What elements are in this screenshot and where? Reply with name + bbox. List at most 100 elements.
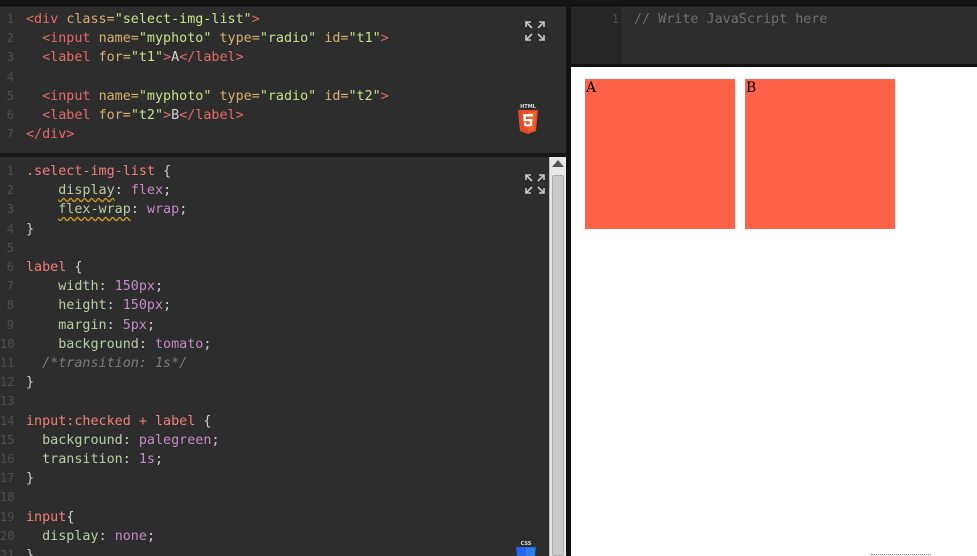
code-token: <label — [42, 108, 99, 123]
code-token: palegreen — [138, 432, 212, 448]
code-line[interactable]: /*transition: 1s*/ — [26, 354, 187, 373]
code-line[interactable]: height: 150px; — [26, 296, 171, 315]
code-line[interactable]: input{ — [26, 508, 74, 527]
code-line[interactable]: <input name="myphoto" type="radio" id="t… — [26, 87, 389, 106]
code-token: name= — [98, 88, 139, 104]
code-line[interactable]: flex-wrap: wrap; — [26, 200, 187, 219]
code-line[interactable]: } — [26, 220, 34, 239]
code-token: : — [138, 336, 155, 352]
scroll-up-arrow[interactable] — [552, 160, 564, 167]
line-number: 6 — [6, 108, 14, 122]
expand-css-icon[interactable] — [524, 173, 546, 195]
line-number: 19 — [0, 509, 15, 524]
code-token: : — [98, 279, 115, 295]
line-number: 10 — [0, 336, 15, 351]
code-token: </label> — [179, 50, 244, 66]
code-token: display — [58, 183, 115, 199]
code-token: background — [42, 432, 123, 448]
code-token: none — [114, 528, 147, 544]
code-token: } — [26, 221, 35, 237]
line-number: 21 — [0, 548, 15, 556]
code-token: margin — [58, 317, 107, 333]
code-token: > — [251, 12, 260, 27]
code-line[interactable]: label { — [26, 258, 82, 277]
code-line[interactable]: } — [26, 373, 34, 392]
code-token: for= — [98, 50, 131, 66]
code-token: ; — [155, 452, 164, 467]
code-line[interactable]: margin: 5px; — [26, 316, 155, 335]
code-token: : — [130, 202, 147, 218]
code-token: <div — [26, 12, 67, 27]
html-editor[interactable]: 1 <div class="select-img-list"> 2 <input n… — [0, 7, 566, 153]
code-token: ; — [146, 317, 155, 333]
code-token: class= — [66, 12, 115, 27]
code-token: width — [58, 279, 99, 295]
code-line[interactable]: <label for="t2">B</label> — [26, 106, 244, 125]
line-number: 16 — [0, 452, 15, 466]
code-token: > — [380, 31, 389, 47]
code-line[interactable]: display: none; — [26, 527, 155, 546]
expand-html-icon[interactable] — [524, 20, 546, 42]
code-token: 150px — [122, 298, 164, 314]
code-token: ; — [146, 528, 155, 544]
scroll-thumb[interactable] — [552, 175, 564, 556]
code-token: 150px — [114, 279, 155, 295]
code-token: input:checked + label — [26, 413, 196, 429]
line-number: 3 — [6, 202, 14, 217]
code-token: { — [195, 413, 212, 429]
svg-text:CSS: CSS — [521, 541, 532, 547]
code-token: wrap — [146, 202, 180, 218]
code-token: { — [66, 509, 75, 525]
preview-label-a[interactable]: A — [585, 79, 735, 229]
code-token: "t1" — [348, 31, 381, 47]
code-token: "select-img-list" — [114, 12, 252, 27]
preview-divider — [871, 554, 931, 555]
code-line[interactable]: width: 150px; — [26, 277, 163, 296]
code-line[interactable]: input:checked + label { — [26, 412, 211, 431]
js-placeholder[interactable]: // Write JavaScript here — [634, 10, 827, 29]
top-toolbar — [0, 0, 977, 6]
code-line[interactable]: } — [26, 469, 34, 488]
code-token: } — [26, 548, 35, 556]
code-token: height — [58, 298, 107, 314]
code-line[interactable]: .select-img-list { — [26, 162, 171, 181]
code-token: : — [122, 452, 139, 467]
line-number: 1 — [611, 12, 619, 26]
code-line[interactable]: </div> — [26, 125, 74, 144]
css3-icon: CSS — [514, 540, 538, 556]
code-line[interactable]: <div class="select-img-list"> — [26, 10, 260, 29]
code-line[interactable]: } — [26, 546, 34, 556]
code-line[interactable]: background: tomato; — [26, 335, 211, 354]
preview-label-b-text: B — [746, 80, 757, 96]
code-line[interactable]: background: palegreen; — [26, 431, 219, 450]
code-token: <input — [42, 31, 99, 47]
code-token: .select-img-list — [26, 164, 155, 179]
code-line[interactable]: <label for="t1">A</label> — [26, 48, 244, 67]
result-preview: A B — [571, 64, 977, 556]
js-editor[interactable]: 1 // Write JavaScript here — [571, 7, 977, 64]
code-token: > — [163, 50, 172, 66]
css-editor[interactable]: 1 .select-img-list {2 display: flex; 3 fle… — [0, 157, 549, 556]
code-line[interactable]: transition: 1s; — [26, 450, 163, 469]
code-line[interactable]: <input name="myphoto" type="radio" id="t… — [26, 29, 389, 48]
line-number: 14 — [0, 413, 15, 428]
line-number: 5 — [6, 88, 14, 103]
code-token: </label> — [179, 108, 244, 123]
preview-label-b[interactable]: B — [745, 79, 895, 229]
code-token: </div> — [26, 127, 75, 143]
line-number: 17 — [0, 471, 15, 486]
code-token: : — [106, 298, 123, 314]
css-editor-scrollbar[interactable] — [549, 157, 566, 556]
code-line[interactable]: display: flex; — [26, 181, 171, 200]
